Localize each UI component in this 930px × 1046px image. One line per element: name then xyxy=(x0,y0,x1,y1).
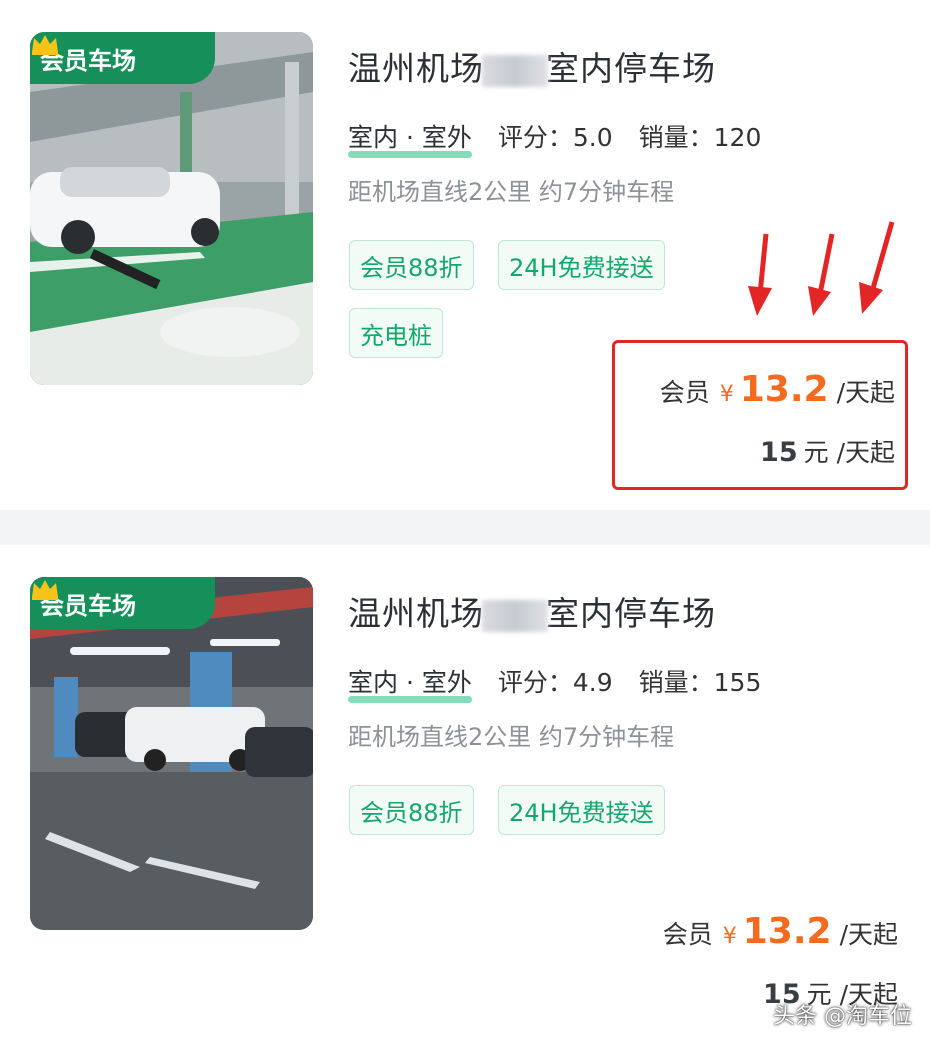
distance-info: 距机场直线2公里 约7分钟车程 xyxy=(348,723,675,751)
parking-type: 室内 · 室外 xyxy=(348,118,472,158)
watermark: 头条 @淘车位 xyxy=(773,1004,912,1029)
sales-label: 销量： xyxy=(638,123,714,152)
member-price: 13.2 xyxy=(742,911,832,952)
rating: 评分：5.0 xyxy=(498,118,613,154)
red-arrow-icon xyxy=(859,221,895,314)
member-label: 会员 xyxy=(662,920,713,949)
crown-icon xyxy=(32,580,58,600)
member-price-unit: /天起 xyxy=(836,378,895,407)
listing-meta: 室内 · 室外 评分：4.9 销量：155 xyxy=(348,663,787,703)
sales: 销量：120 xyxy=(639,118,762,154)
currency-symbol: ¥ xyxy=(719,382,734,407)
rating-label: 评分： xyxy=(497,668,573,697)
parking-listing-card[interactable]: 会员车场 温州机场 室内停车场 室内 · 室外 评分：5.0 销量：120 距机场… xyxy=(0,0,930,510)
title-start: 温州机场 xyxy=(348,49,484,88)
rating: 评分：4.9 xyxy=(498,663,613,699)
redacted-text xyxy=(482,599,548,632)
currency-symbol: ¥ xyxy=(722,924,737,949)
tag-member-discount: 会员88折 xyxy=(349,240,474,290)
rating-label: 评分： xyxy=(497,123,573,152)
red-arrow-icon xyxy=(808,233,835,316)
listing-title[interactable]: 温州机场 室内停车场 xyxy=(348,42,716,90)
garage-photo-illustration xyxy=(30,577,313,930)
sales-value: 155 xyxy=(713,668,762,697)
member-price-unit: /天起 xyxy=(839,920,898,949)
normal-price: 15 xyxy=(760,437,798,468)
rating-value: 5.0 xyxy=(572,123,613,152)
tag-free-shuttle: 24H免费接送 xyxy=(498,240,665,290)
sales-value: 120 xyxy=(713,123,762,152)
rating-value: 4.9 xyxy=(572,668,613,697)
red-arrow-icon xyxy=(748,233,772,316)
tag-free-shuttle: 24H免费接送 xyxy=(498,785,665,835)
tag-charging-pile: 充电桩 xyxy=(349,308,443,358)
parking-listing-card[interactable]: 会员车场 温州机场 室内停车场 室内 · 室外 评分：4.9 销量：155 距机场… xyxy=(0,545,930,1046)
sales: 销量：155 xyxy=(639,663,762,699)
garage-photo-illustration xyxy=(30,32,313,385)
listing-title[interactable]: 温州机场 室内停车场 xyxy=(348,587,716,635)
parking-photo[interactable]: 会员车场 xyxy=(30,577,313,930)
parking-type: 室内 · 室外 xyxy=(348,663,472,703)
listing-meta: 室内 · 室外 评分：5.0 销量：120 xyxy=(348,118,787,158)
member-label: 会员 xyxy=(659,378,710,407)
normal-price-row: 15 元 /天起 xyxy=(760,433,895,469)
price-box-highlighted: 会员 ¥ 13.2 /天起 15 元 /天起 xyxy=(612,340,908,490)
title-start: 温州机场 xyxy=(348,594,484,633)
title-end: 室内停车场 xyxy=(546,594,716,633)
parking-photo[interactable]: 会员车场 xyxy=(30,32,313,385)
normal-price-unit: 元 /天起 xyxy=(803,438,895,467)
member-parking-badge: 会员车场 xyxy=(30,32,215,84)
distance-info: 距机场直线2公里 约7分钟车程 xyxy=(348,178,675,206)
redacted-text xyxy=(482,54,548,87)
crown-icon xyxy=(32,35,58,55)
sales-label: 销量： xyxy=(638,668,714,697)
member-price-row: 会员 ¥ 13.2 /天起 xyxy=(660,369,895,410)
tag-member-discount: 会员88折 xyxy=(349,785,474,835)
member-price: 13.2 xyxy=(739,369,829,410)
member-price-row: 会员 ¥ 13.2 /天起 xyxy=(663,911,898,952)
member-parking-badge: 会员车场 xyxy=(30,577,215,629)
title-end: 室内停车场 xyxy=(546,49,716,88)
